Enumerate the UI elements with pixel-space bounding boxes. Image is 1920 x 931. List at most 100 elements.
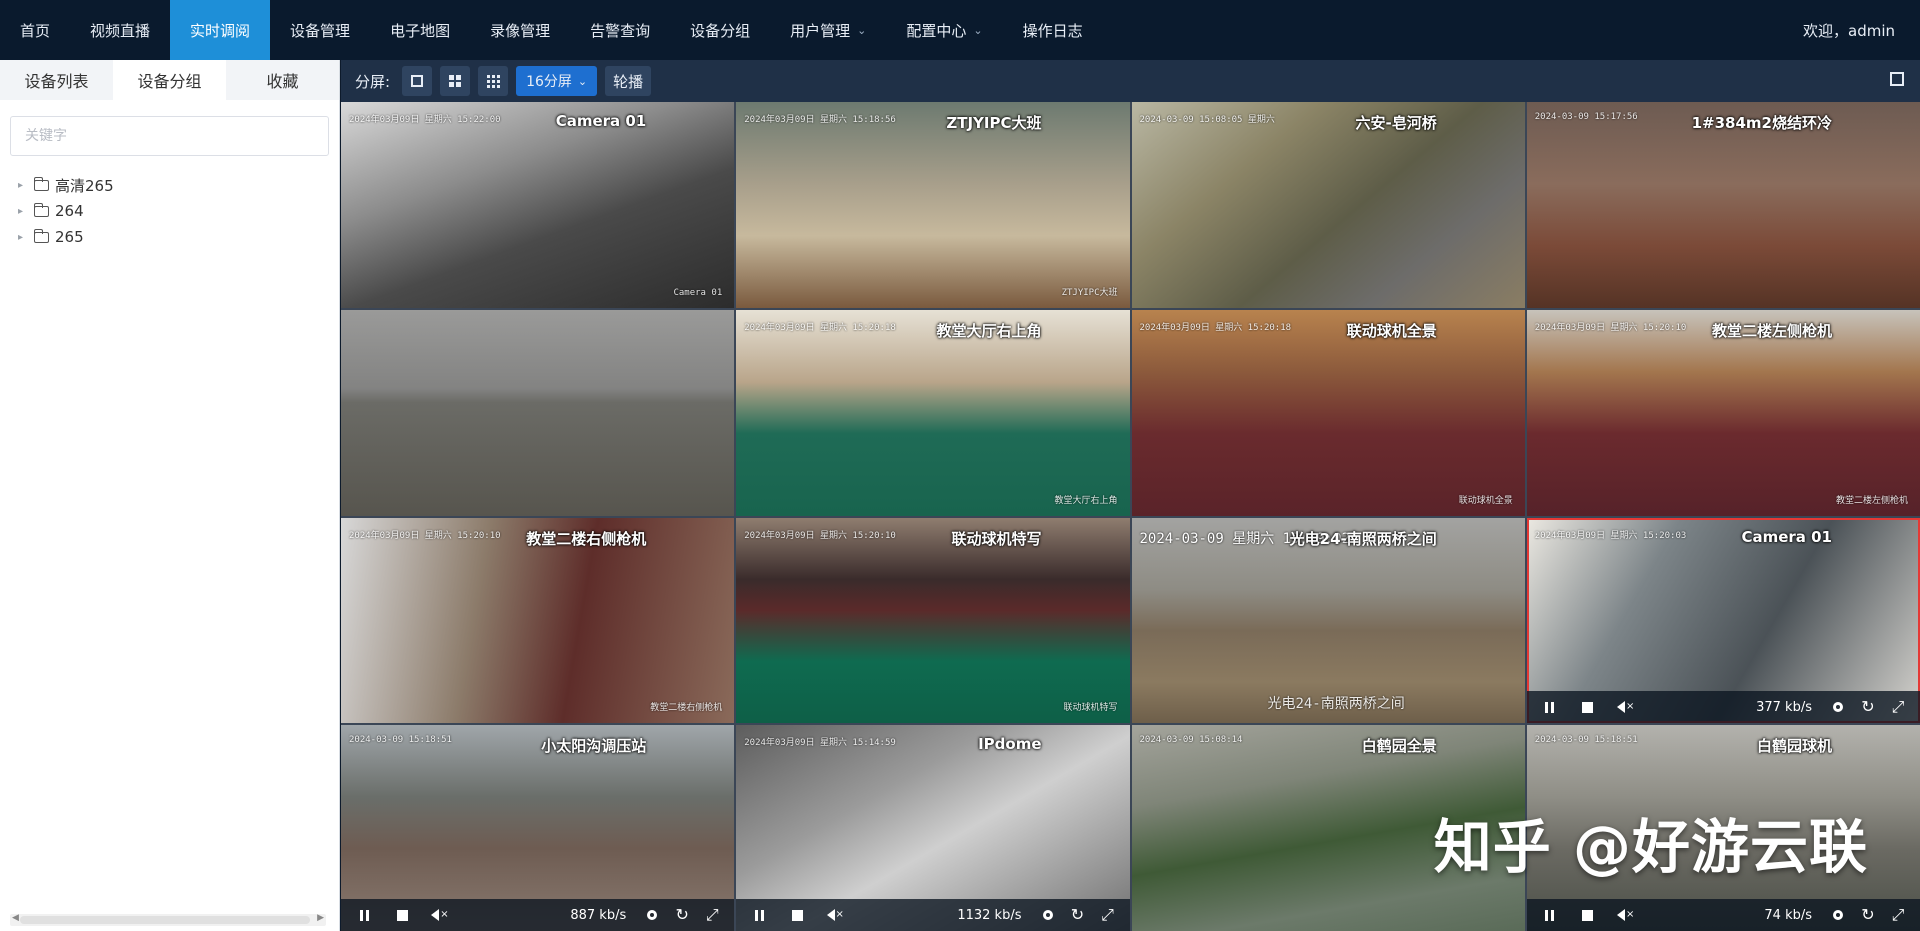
tree-node-label: 265: [55, 228, 84, 246]
video-cell[interactable]: 2024年03月09日 星期六 15:22:00 Camera 01 Camer…: [341, 102, 735, 308]
osd-timestamp: 2024年03月09日 星期六 15:20:10: [744, 530, 896, 541]
welcome-user[interactable]: 欢迎，admin: [1803, 0, 1895, 60]
scroll-right-icon[interactable]: ▶: [317, 913, 324, 923]
tree-node[interactable]: ▸ 264: [0, 198, 339, 224]
osd-timestamp: 2024年03月09日 星期六 15:22:00: [349, 115, 501, 125]
search-input[interactable]: [25, 128, 305, 144]
refresh-icon[interactable]: [674, 907, 690, 923]
tab-favorites[interactable]: 收藏: [226, 60, 339, 100]
single-screen-icon: [411, 75, 424, 87]
camera-title: Camera 01: [1741, 527, 1832, 546]
osd-timestamp: 2024-03-09 15:08:14: [1139, 735, 1243, 746]
pause-icon[interactable]: [355, 906, 373, 924]
folder-icon: [33, 202, 49, 217]
mute-icon[interactable]: [1617, 698, 1635, 716]
pause-icon[interactable]: [1541, 698, 1559, 716]
horizontal-scrollbar[interactable]: ◀ ▶: [10, 913, 326, 926]
video-cell[interactable]: 2024-03-09 星期六 15:19:02 光电24-南照两桥之间 光电24…: [1131, 517, 1525, 724]
nav-item-alarm[interactable]: 告警查询: [570, 0, 670, 60]
camera-title: 联动球机全景: [1346, 321, 1437, 340]
device-tree: ▸ 高清265 ▸ 264 ▸ 265: [0, 172, 339, 250]
osd-label: 教堂大厅右上角: [1054, 495, 1118, 506]
osd-timestamp: 2024年03月09日 星期六 15:20:10: [349, 530, 501, 541]
mute-icon[interactable]: [431, 906, 449, 924]
player-controls: 1132 kb/s: [736, 899, 1130, 931]
expand-icon[interactable]: [1100, 907, 1116, 923]
nav-item-realtime[interactable]: 实时调阅: [170, 0, 271, 60]
video-cell[interactable]: 2024-03-09 15:08:05 星期六 六安-皂河桥: [1131, 102, 1525, 308]
layout-1-button[interactable]: [402, 66, 433, 96]
refresh-icon[interactable]: [1860, 907, 1876, 923]
nav-item-logs[interactable]: 操作日志: [1003, 0, 1103, 60]
osd-timestamp: 2024年03月09日 星期六 15:18:56: [744, 115, 896, 125]
mute-icon[interactable]: [1617, 906, 1635, 924]
caret-right-icon[interactable]: ▸: [18, 180, 34, 191]
bitrate: 887 kb/s: [570, 907, 627, 923]
nav-item-users[interactable]: 用户管理 ⌄: [770, 0, 886, 60]
camera-title: 白鹤园全景: [1361, 737, 1437, 756]
player-controls: 887 kb/s: [341, 899, 735, 931]
top-navigation: 首页 视频直播 实时调阅 设备管理 电子地图 录像管理 告警查询 设备分组 用户…: [0, 0, 1920, 60]
camera-title: 教堂大厅右上角: [936, 321, 1042, 340]
tab-device-list[interactable]: 设备列表: [0, 60, 113, 100]
caret-right-icon[interactable]: ▸: [18, 206, 34, 217]
tree-node[interactable]: ▸ 265: [0, 224, 339, 250]
nav-item-live[interactable]: 视频直播: [70, 0, 170, 60]
settings-icon[interactable]: [1830, 699, 1846, 715]
nav-item-device-group[interactable]: 设备分组: [670, 0, 770, 60]
pause-icon[interactable]: [750, 906, 768, 924]
stop-icon[interactable]: [393, 906, 411, 924]
video-cell-selected[interactable]: 2024年03月09日 星期六 15:20:03 Camera 01 377 k…: [1526, 517, 1920, 724]
camera-title: 教堂二楼左侧枪机: [1711, 321, 1832, 340]
expand-icon[interactable]: [1890, 907, 1906, 923]
chevron-down-icon: ⌄: [973, 23, 983, 37]
settings-icon[interactable]: [1040, 907, 1056, 923]
osd-timestamp: 2024年03月09日 星期六 15:14:59: [744, 738, 896, 749]
fullscreen-icon[interactable]: [1890, 72, 1904, 86]
search-box: [10, 116, 329, 156]
player-controls: 74 kb/s: [1526, 899, 1920, 931]
pause-icon[interactable]: [1541, 906, 1559, 924]
video-cell[interactable]: 2024年03月09日 星期六 15:20:10 教堂二楼左侧枪机 教堂二楼左侧…: [1526, 309, 1920, 516]
camera-title: Camera 01: [555, 112, 647, 130]
stop-icon[interactable]: [788, 906, 806, 924]
osd-label: 教堂二楼右侧枪机: [650, 703, 723, 714]
video-cell[interactable]: 2024-03-09 15:18:51 小太阳沟调压站 887 kb/s: [341, 725, 735, 931]
nav-item-emap[interactable]: 电子地图: [370, 0, 470, 60]
expand-icon[interactable]: [704, 907, 720, 923]
scrollbar-thumb[interactable]: [20, 916, 310, 924]
expand-icon[interactable]: [1890, 699, 1906, 715]
carousel-button[interactable]: 轮播: [605, 66, 652, 96]
tree-node-label: 高清265: [55, 176, 114, 195]
camera-title: 光电24-南照两桥之间: [1289, 529, 1437, 548]
mute-icon[interactable]: [826, 906, 844, 924]
camera-title: IPdome: [978, 735, 1042, 754]
video-cell[interactable]: 2024年03月09日 星期六 15:14:59 IPdome 1132 kb/…: [736, 725, 1130, 931]
tree-node[interactable]: ▸ 高清265: [0, 172, 339, 198]
video-cell[interactable]: 2024年03月09日 星期六 15:20:18 教堂大厅右上角 教堂大厅右上角: [736, 309, 1130, 516]
nav-item-config[interactable]: 配置中心 ⌄: [886, 0, 1002, 60]
layout-select-button[interactable]: 16分屏 ⌄: [516, 66, 598, 96]
settings-icon[interactable]: [644, 907, 660, 923]
video-cell[interactable]: 2024年03月09日 星期六 15:20:10 教堂二楼右侧枪机 教堂二楼右侧…: [341, 517, 735, 724]
layout-9-button[interactable]: [478, 66, 509, 96]
tab-device-group[interactable]: 设备分组: [113, 60, 226, 100]
scroll-left-icon[interactable]: ◀: [12, 913, 19, 923]
nav-item-recording[interactable]: 录像管理: [470, 0, 570, 60]
refresh-icon[interactable]: [1070, 907, 1086, 923]
layout-4-button[interactable]: [440, 66, 471, 96]
video-cell[interactable]: 2024-03-09 15:17:56 1#384m2烧结环冷: [1526, 102, 1920, 308]
video-cell[interactable]: 2024年03月09日 星期六 15:20:10 联动球机特写 联动球机特写: [736, 517, 1130, 724]
video-cell[interactable]: 2024年03月09日 星期六 15:20:18 联动球机全景 联动球机全景: [1131, 309, 1525, 516]
refresh-icon[interactable]: [1860, 699, 1876, 715]
nav-item-device-management[interactable]: 设备管理: [270, 0, 370, 60]
stop-icon[interactable]: [1579, 906, 1597, 924]
split-label: 分屏:: [355, 72, 391, 91]
nav-item-home[interactable]: 首页: [0, 0, 70, 60]
video-cell[interactable]: [341, 309, 735, 516]
stop-icon[interactable]: [1579, 698, 1597, 716]
video-cell[interactable]: 2024年03月09日 星期六 15:18:56 ZTJYIPC大班 ZTJYI…: [736, 102, 1130, 308]
sidebar-tabs: 设备列表 设备分组 收藏: [0, 60, 339, 100]
settings-icon[interactable]: [1830, 907, 1846, 923]
caret-right-icon[interactable]: ▸: [18, 232, 34, 243]
